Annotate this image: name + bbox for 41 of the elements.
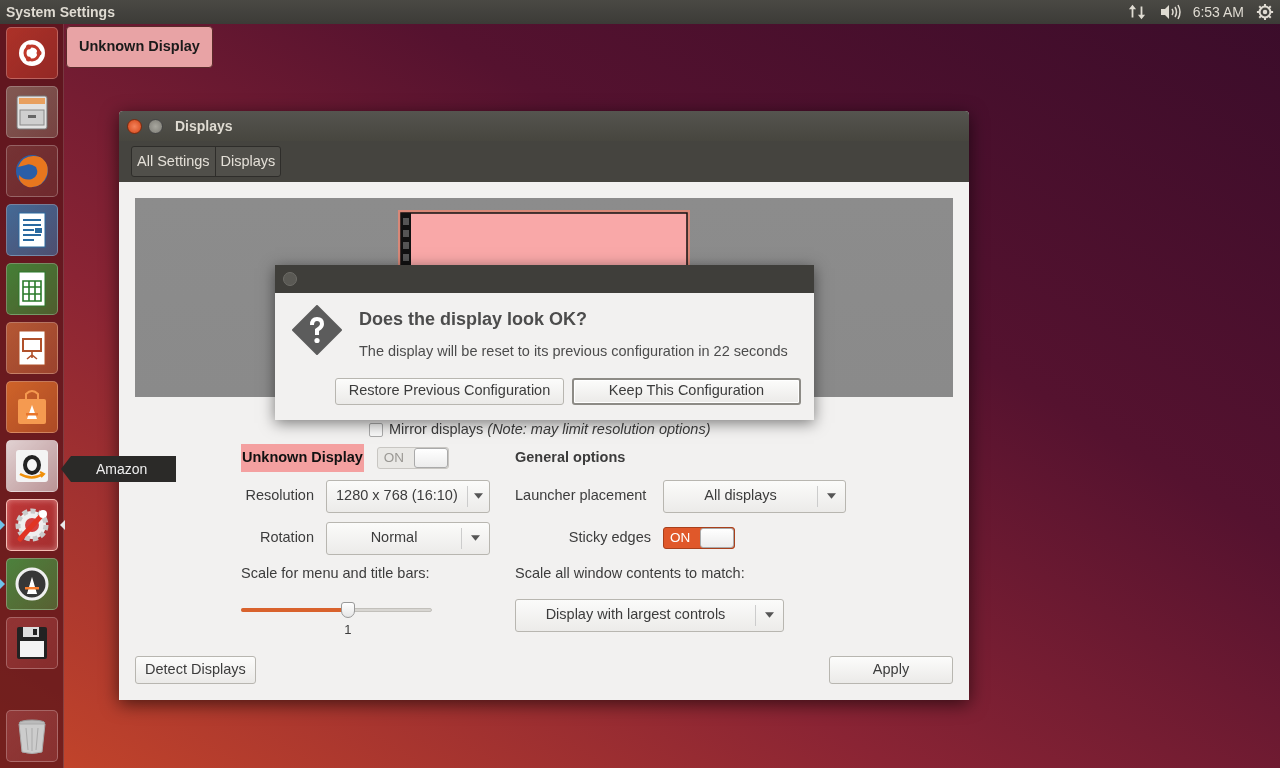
breadcrumb-button[interactable]: All Settings: [132, 146, 216, 177]
window-title: System Settings: [6, 2, 115, 22]
question-icon: [292, 305, 342, 355]
slider-label: Scale for menu and title bars:: [241, 564, 431, 583]
dropdown[interactable]: 1280 x 768 (16:10): [326, 479, 490, 513]
push-button[interactable]: Restore Previous Configuration: [335, 377, 564, 405]
push-button[interactable]: Apply: [829, 656, 953, 684]
slider[interactable]: [241, 599, 432, 620]
field-label: Scale all window contents to match:: [515, 564, 746, 583]
caret-icon: [473, 493, 483, 499]
checkbox-label: Mirror displays (Note: may limit resolution options): [389, 420, 711, 440]
section-heading: General options: [515, 448, 626, 468]
breadcrumb-button[interactable]: Displays: [215, 146, 281, 177]
field-label: Sticky edges: [567, 528, 652, 548]
close-button[interactable]: [127, 118, 142, 134]
caret-icon: [765, 612, 774, 619]
display-name-label: Unknown Display: [241, 444, 364, 472]
field-label: Rotation: [259, 528, 315, 548]
field-label: Launcher placement: [515, 486, 648, 506]
dialog-message: The display will be reset to its previous configuration in 22 seconds: [359, 342, 788, 361]
push-button[interactable]: Detect Displays: [135, 656, 256, 684]
volume-icon[interactable]: [1158, 3, 1181, 21]
launcher-button[interactable]: [5, 499, 58, 551]
slider-value: 1: [344, 620, 352, 639]
dropdown[interactable]: Normal: [326, 521, 490, 555]
checkbox[interactable]: [369, 423, 383, 437]
dialog-title: Does the display look OK?: [359, 308, 589, 331]
field-label: Resolution: [244, 486, 315, 506]
caret-icon: [827, 493, 836, 499]
dropdown[interactable]: Display with largest controls: [515, 598, 784, 632]
slider-thumb[interactable]: [340, 601, 355, 618]
push-button[interactable]: Keep This Configuration: [572, 377, 801, 405]
window-title: Displays: [175, 116, 233, 136]
toggle-switch[interactable]: ON: [663, 527, 735, 549]
tooltip: Amazon: [61, 456, 176, 482]
caret-icon: [471, 535, 480, 541]
minimize-button[interactable]: [148, 118, 163, 134]
display-name-label: Unknown Display: [66, 26, 213, 68]
dropdown[interactable]: All displays: [663, 479, 846, 513]
clock[interactable]: 6:53 AM: [1192, 1, 1244, 23]
power-gear-icon[interactable]: [1256, 3, 1274, 21]
